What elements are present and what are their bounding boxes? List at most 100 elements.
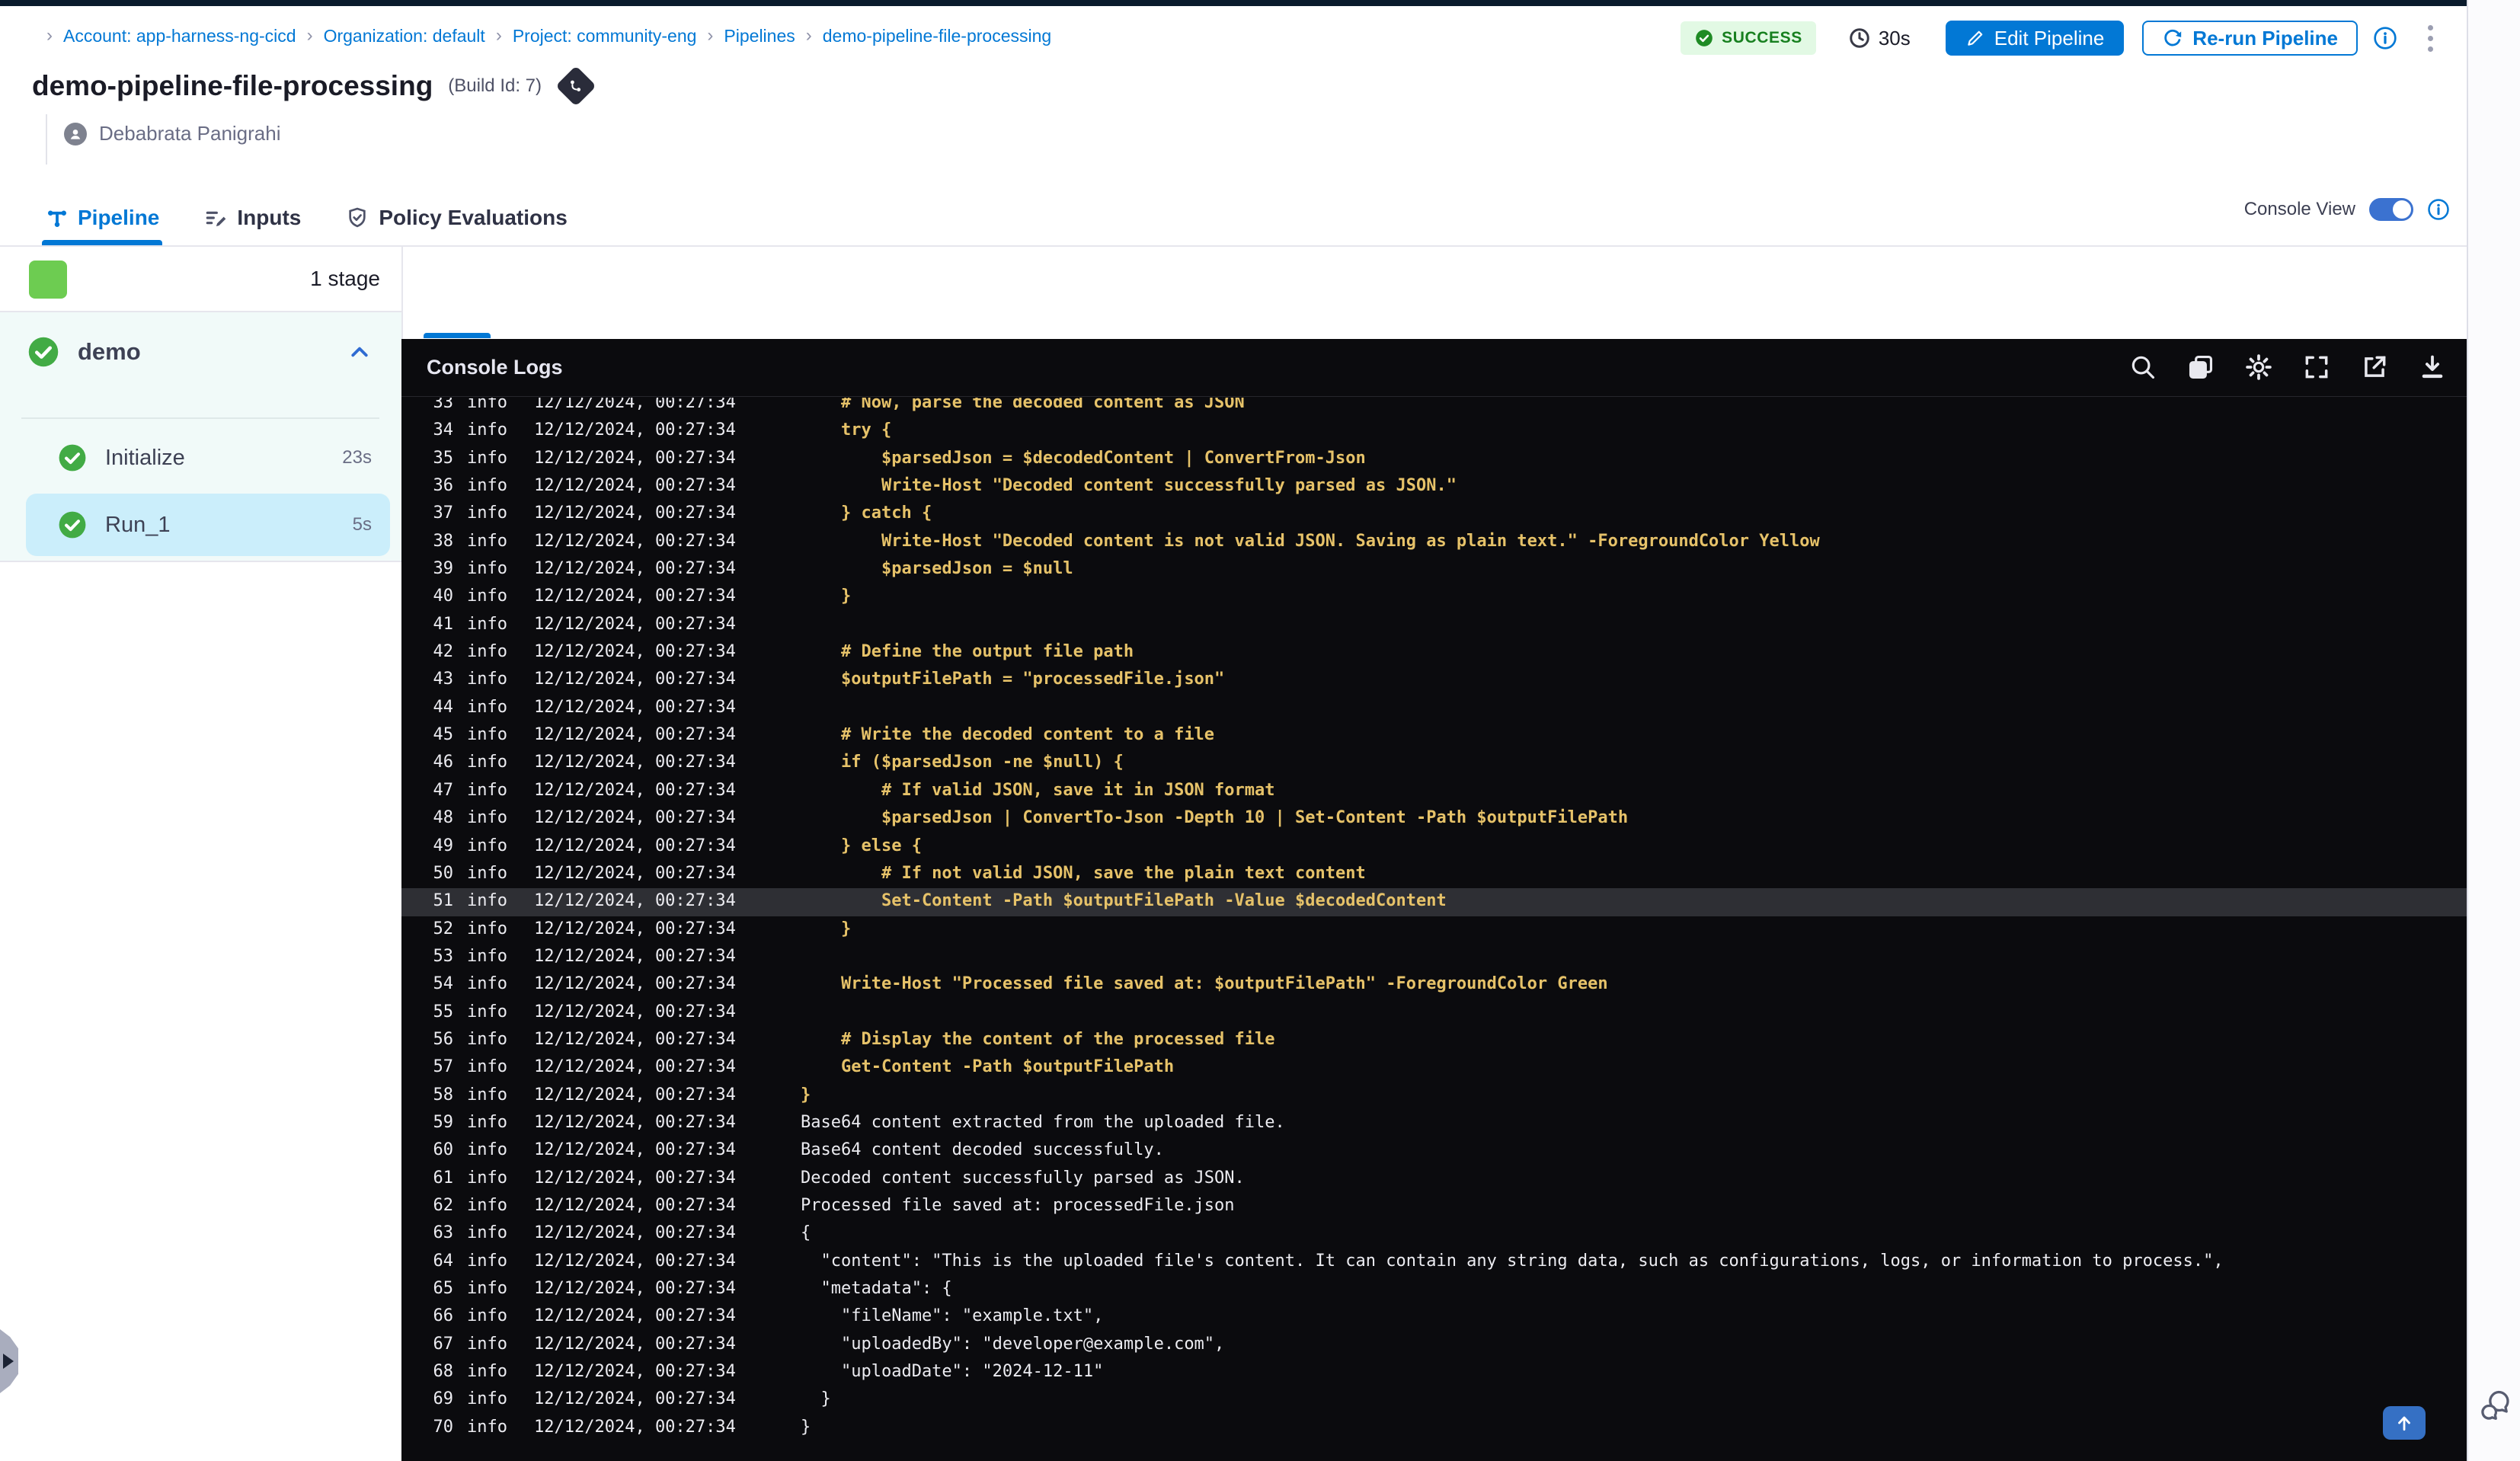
log-line: 39 info 12/12/2024, 00:27:34 $parsedJson… — [401, 556, 2467, 583]
breadcrumb-link[interactable]: Organization: default — [324, 26, 485, 46]
log-level: info — [467, 1112, 507, 1132]
rerun-pipeline-button[interactable]: Re-run Pipeline — [2142, 21, 2358, 56]
log-level: info — [467, 863, 507, 883]
shield-check-icon — [349, 207, 366, 228]
log-line-number: 37 — [433, 504, 454, 523]
log-line-number: 65 — [433, 1279, 454, 1298]
log-timestamp: 12/12/2024, 00:27:34 — [534, 1168, 736, 1188]
log-message: { — [801, 1223, 811, 1243]
fullscreen-icon[interactable] — [2302, 353, 2331, 382]
log-timestamp: 12/12/2024, 00:27:34 — [534, 531, 736, 551]
log-level: info — [467, 531, 507, 551]
log-message: } else { — [801, 836, 922, 855]
log-level: info — [467, 836, 507, 855]
log-line: 56 info 12/12/2024, 00:27:34 # Display t… — [401, 1027, 2467, 1054]
console-view-toggle[interactable] — [2369, 198, 2413, 221]
log-level: info — [467, 1085, 507, 1105]
log-level: info — [467, 974, 507, 994]
tab-policy-evaluations[interactable]: Policy Evaluations — [345, 206, 568, 230]
log-line-number: 46 — [433, 753, 454, 772]
log-message: } catch { — [801, 504, 932, 523]
log-message: $parsedJson = $null — [801, 559, 1073, 579]
log-timestamp: 12/12/2024, 00:27:34 — [534, 1057, 736, 1077]
log-line-number: 36 — [433, 476, 454, 496]
step-row[interactable]: Initialize 23s — [26, 427, 390, 489]
log-timestamp: 12/12/2024, 00:27:34 — [534, 808, 736, 828]
step-success-icon — [59, 444, 86, 472]
stage-divider — [21, 417, 379, 419]
log-timestamp: 12/12/2024, 00:27:34 — [534, 448, 736, 468]
log-timestamp: 12/12/2024, 00:27:34 — [534, 753, 736, 772]
copy-icon[interactable] — [2186, 353, 2215, 382]
download-icon[interactable] — [2418, 353, 2447, 382]
log-message: Decoded content successfully parsed as J… — [801, 1168, 1245, 1188]
log-timestamp: 12/12/2024, 00:27:34 — [534, 725, 736, 745]
log-timestamp: 12/12/2024, 00:27:34 — [534, 974, 736, 994]
log-level: info — [467, 1029, 507, 1049]
open-in-new-icon[interactable] — [2360, 353, 2389, 382]
breadcrumb-link[interactable]: demo-pipeline-file-processing — [823, 26, 1051, 46]
log-level: info — [467, 808, 507, 828]
log-timestamp: 12/12/2024, 00:27:34 — [534, 1389, 736, 1409]
log-level: info — [467, 670, 507, 689]
tab-inputs[interactable]: Inputs — [203, 206, 301, 230]
log-message: "uploadDate": "2024-12-11" — [801, 1362, 1104, 1382]
log-line-number: 47 — [433, 780, 454, 800]
step-row[interactable]: Run_1 5s — [26, 494, 390, 556]
log-level: info — [467, 1195, 507, 1215]
breadcrumb-separator: › — [707, 25, 714, 46]
log-timestamp: 12/12/2024, 00:27:34 — [534, 1195, 736, 1215]
expand-panel-handle[interactable] — [0, 1329, 18, 1393]
log-line-number: 39 — [433, 559, 454, 579]
log-line-number: 51 — [433, 891, 454, 911]
stage-count-label: 1 stage — [310, 267, 380, 290]
log-message: # Display the content of the processed f… — [801, 1029, 1275, 1049]
duration-text: 30s — [1878, 26, 1911, 50]
log-timestamp: 12/12/2024, 00:27:34 — [534, 946, 736, 966]
log-line: 54 info 12/12/2024, 00:27:34 Write-Host … — [401, 971, 2467, 999]
console-view-info-icon[interactable] — [2427, 198, 2450, 221]
log-message: Write-Host "Processed file saved at: $ou… — [801, 974, 1608, 994]
log-timestamp: 12/12/2024, 00:27:34 — [534, 614, 736, 634]
stage-header-demo[interactable]: demo — [0, 323, 401, 381]
log-line-number: 57 — [433, 1057, 454, 1077]
log-level: info — [467, 1417, 507, 1437]
scroll-to-top-button[interactable] — [2383, 1406, 2426, 1440]
log-timestamp: 12/12/2024, 00:27:34 — [534, 1002, 736, 1021]
log-line-number: 60 — [433, 1140, 454, 1160]
log-line-number: 35 — [433, 448, 454, 468]
log-line-number: 53 — [433, 946, 454, 966]
log-line-number: 66 — [433, 1306, 454, 1326]
log-level: info — [467, 1140, 507, 1160]
log-message: Write-Host "Decoded content is not valid… — [801, 531, 1820, 551]
log-line: 60 info 12/12/2024, 00:27:34 Base64 cont… — [401, 1137, 2467, 1165]
settings-icon[interactable] — [2244, 353, 2273, 382]
log-line: 69 info 12/12/2024, 00:27:34 } — [401, 1386, 2467, 1414]
log-line-number: 61 — [433, 1168, 454, 1188]
info-icon[interactable] — [2373, 26, 2397, 50]
chat-bubbles-icon[interactable] — [2476, 1386, 2512, 1423]
log-level: info — [467, 614, 507, 634]
log-line: 67 info 12/12/2024, 00:27:34 "uploadedBy… — [401, 1332, 2467, 1359]
breadcrumb-link[interactable]: Pipelines — [724, 26, 795, 46]
log-line-number: 43 — [433, 670, 454, 689]
log-line: 40 info 12/12/2024, 00:27:34 } — [401, 583, 2467, 611]
more-options-menu[interactable] — [2425, 22, 2436, 55]
tab-pipeline[interactable]: Pipeline — [46, 206, 159, 230]
log-timestamp: 12/12/2024, 00:27:34 — [534, 1085, 736, 1105]
log-timestamp: 12/12/2024, 00:27:34 — [534, 1279, 736, 1298]
breadcrumb-link[interactable]: Project: community-eng — [513, 26, 697, 46]
log-line: 49 info 12/12/2024, 00:27:34 } else { — [401, 833, 2467, 861]
chevron-up-icon[interactable] — [348, 340, 371, 363]
log-scroll-area[interactable]: 33 info 12/12/2024, 00:27:34 # Now, pars… — [401, 398, 2467, 1461]
nav-tabs: Pipeline Inputs Policy Evaluations — [46, 195, 568, 241]
log-message: "uploadedBy": "developer@example.com", — [801, 1334, 1225, 1354]
edit-pipeline-button[interactable]: Edit Pipeline — [1945, 21, 2125, 56]
breadcrumb-link[interactable]: Account: app-harness-ng-cicd — [63, 26, 296, 46]
log-level: info — [467, 1334, 507, 1354]
tab-policy-evaluations-label: Policy Evaluations — [379, 206, 568, 229]
build-id-label: (Build Id: 7) — [448, 75, 542, 96]
log-message: # If valid JSON, save it in JSON format — [801, 780, 1275, 800]
search-icon[interactable] — [2128, 353, 2157, 382]
log-message: Processed file saved at: processedFile.j… — [801, 1195, 1235, 1215]
